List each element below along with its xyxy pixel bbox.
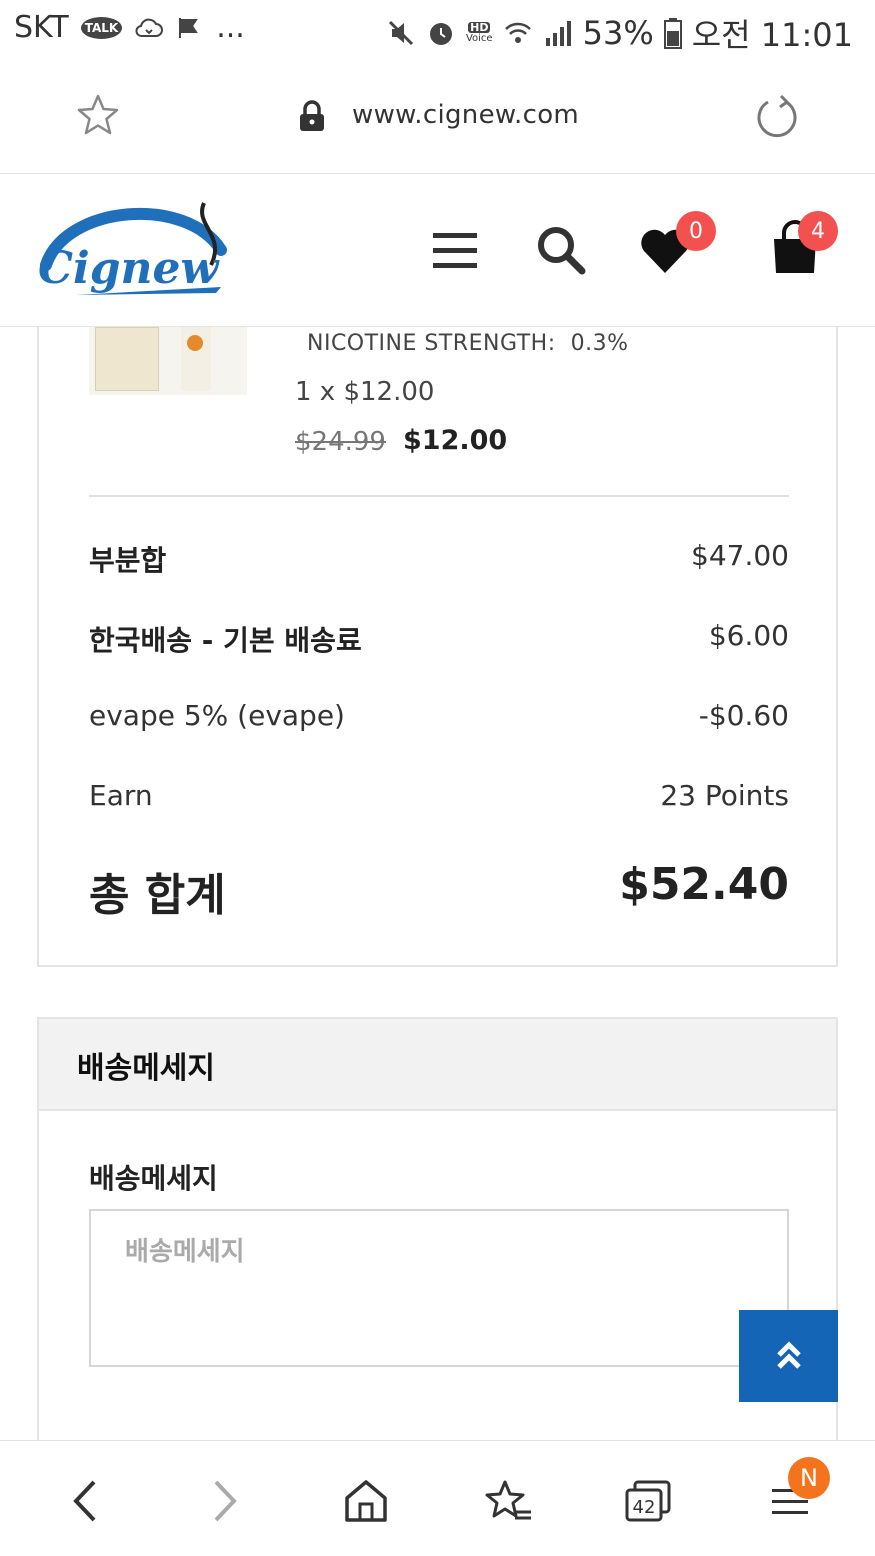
status-right: HD Voice 53% 오전 11:01 <box>386 10 853 56</box>
url-field[interactable]: www.cignew.com <box>352 100 579 130</box>
subtotal-label: 부분합 <box>89 544 167 577</box>
cignew-logo[interactable]: Cignew <box>36 195 236 307</box>
shipping-message-header: 배송메세지 <box>39 1019 836 1111</box>
subtotal-value: $47.00 <box>691 539 789 572</box>
clock: 오전 11:01 <box>691 16 853 54</box>
mute-icon <box>388 20 414 46</box>
product-box-image <box>95 327 159 391</box>
coupon-row: evape 5% (evape) -$0.60 <box>89 699 789 732</box>
total-value: $52.40 <box>619 859 789 910</box>
points-row: Earn 23 Points <box>89 779 789 812</box>
battery-percent: 53% <box>582 14 654 52</box>
quantity-line: 1 x $12.00 <box>295 377 435 407</box>
nicotine-label: NICOTINE STRENGTH: <box>307 331 556 356</box>
shipping-row: 한국배송 - 기본 배송료 $6.00 <box>89 619 789 659</box>
new-notification-badge: N <box>788 1457 830 1499</box>
total-label: 총 합계 <box>89 870 226 921</box>
points-value: 23 Points <box>660 779 789 812</box>
home-button[interactable] <box>336 1471 396 1531</box>
status-bar: SKT TALK ... HD Voice 53% 오전 11:01 <box>0 0 875 62</box>
cart-count-badge: 4 <box>798 211 838 251</box>
browser-bottom-nav: 42 N <box>0 1440 875 1556</box>
cloud-sync-icon <box>135 18 164 37</box>
order-summary: NICOTINE STRENGTH: 0.3% 1 x $12.00 $24.9… <box>37 327 838 967</box>
alarm-icon <box>429 23 452 45</box>
summary-divider <box>89 495 789 497</box>
back-to-top-button[interactable] <box>739 1310 838 1402</box>
more-notifications: ... <box>216 10 245 45</box>
forward-arrow-icon <box>214 1480 237 1522</box>
site-header: Cignew 0 4 <box>0 175 875 327</box>
search-icon[interactable] <box>532 221 590 279</box>
lock-icon <box>300 100 324 131</box>
shipping-value: $6.00 <box>708 619 789 652</box>
coupon-value: -$0.60 <box>698 699 789 732</box>
wishlist-count-badge: 0 <box>676 211 716 251</box>
check-flag-icon <box>179 17 199 38</box>
tabs-icon: 42 <box>625 1480 671 1522</box>
menu-icon[interactable] <box>428 223 486 281</box>
back-arrow-icon <box>73 1480 96 1522</box>
product-label-fruit <box>187 335 203 351</box>
double-chevron-up-icon <box>776 1341 801 1369</box>
back-button[interactable] <box>54 1471 114 1531</box>
total-row: 총 합계 $52.40 <box>89 859 789 923</box>
nicotine-strength: NICOTINE STRENGTH: 0.3% <box>307 331 629 356</box>
hd-voice-icon: HD Voice <box>465 21 493 44</box>
wifi-icon <box>504 22 531 43</box>
shipping-message-input[interactable] <box>89 1209 789 1367</box>
svg-text:Cignew: Cignew <box>38 243 220 294</box>
points-label: Earn <box>89 779 153 812</box>
original-price: $24.99 <box>295 427 386 457</box>
sale-price: $12.00 <box>403 425 508 456</box>
kakaotalk-icon: TALK <box>80 16 123 39</box>
reload-icon[interactable] <box>752 92 802 142</box>
bookmarks-star-icon <box>485 1480 531 1520</box>
home-icon <box>345 1480 387 1522</box>
shipping-label: 한국배송 - 기본 배송료 <box>89 624 362 657</box>
bookmarks-button[interactable] <box>478 1471 538 1531</box>
tabs-count: 42 <box>633 1497 656 1518</box>
shipping-message-title: 배송메세지 <box>77 1051 215 1086</box>
forward-button[interactable] <box>196 1471 256 1531</box>
shipping-message-label: 배송메세지 <box>89 1162 218 1195</box>
signal-icon <box>545 21 571 46</box>
battery-icon <box>663 18 682 49</box>
product-thumbnail[interactable] <box>89 327 247 395</box>
coupon-label: evape 5% (evape) <box>89 699 345 732</box>
address-bar: www.cignew.com <box>0 62 875 174</box>
nicotine-value: 0.3% <box>570 331 629 356</box>
shipping-message-section: 배송메세지 배송메세지 <box>37 1017 838 1457</box>
carrier-label: SKT <box>14 10 69 45</box>
tabs-button[interactable]: 42 <box>618 1471 678 1531</box>
bookmark-star-icon[interactable] <box>74 92 122 140</box>
subtotal-row: 부분합 $47.00 <box>89 539 789 579</box>
status-left: SKT TALK ... <box>14 10 245 45</box>
